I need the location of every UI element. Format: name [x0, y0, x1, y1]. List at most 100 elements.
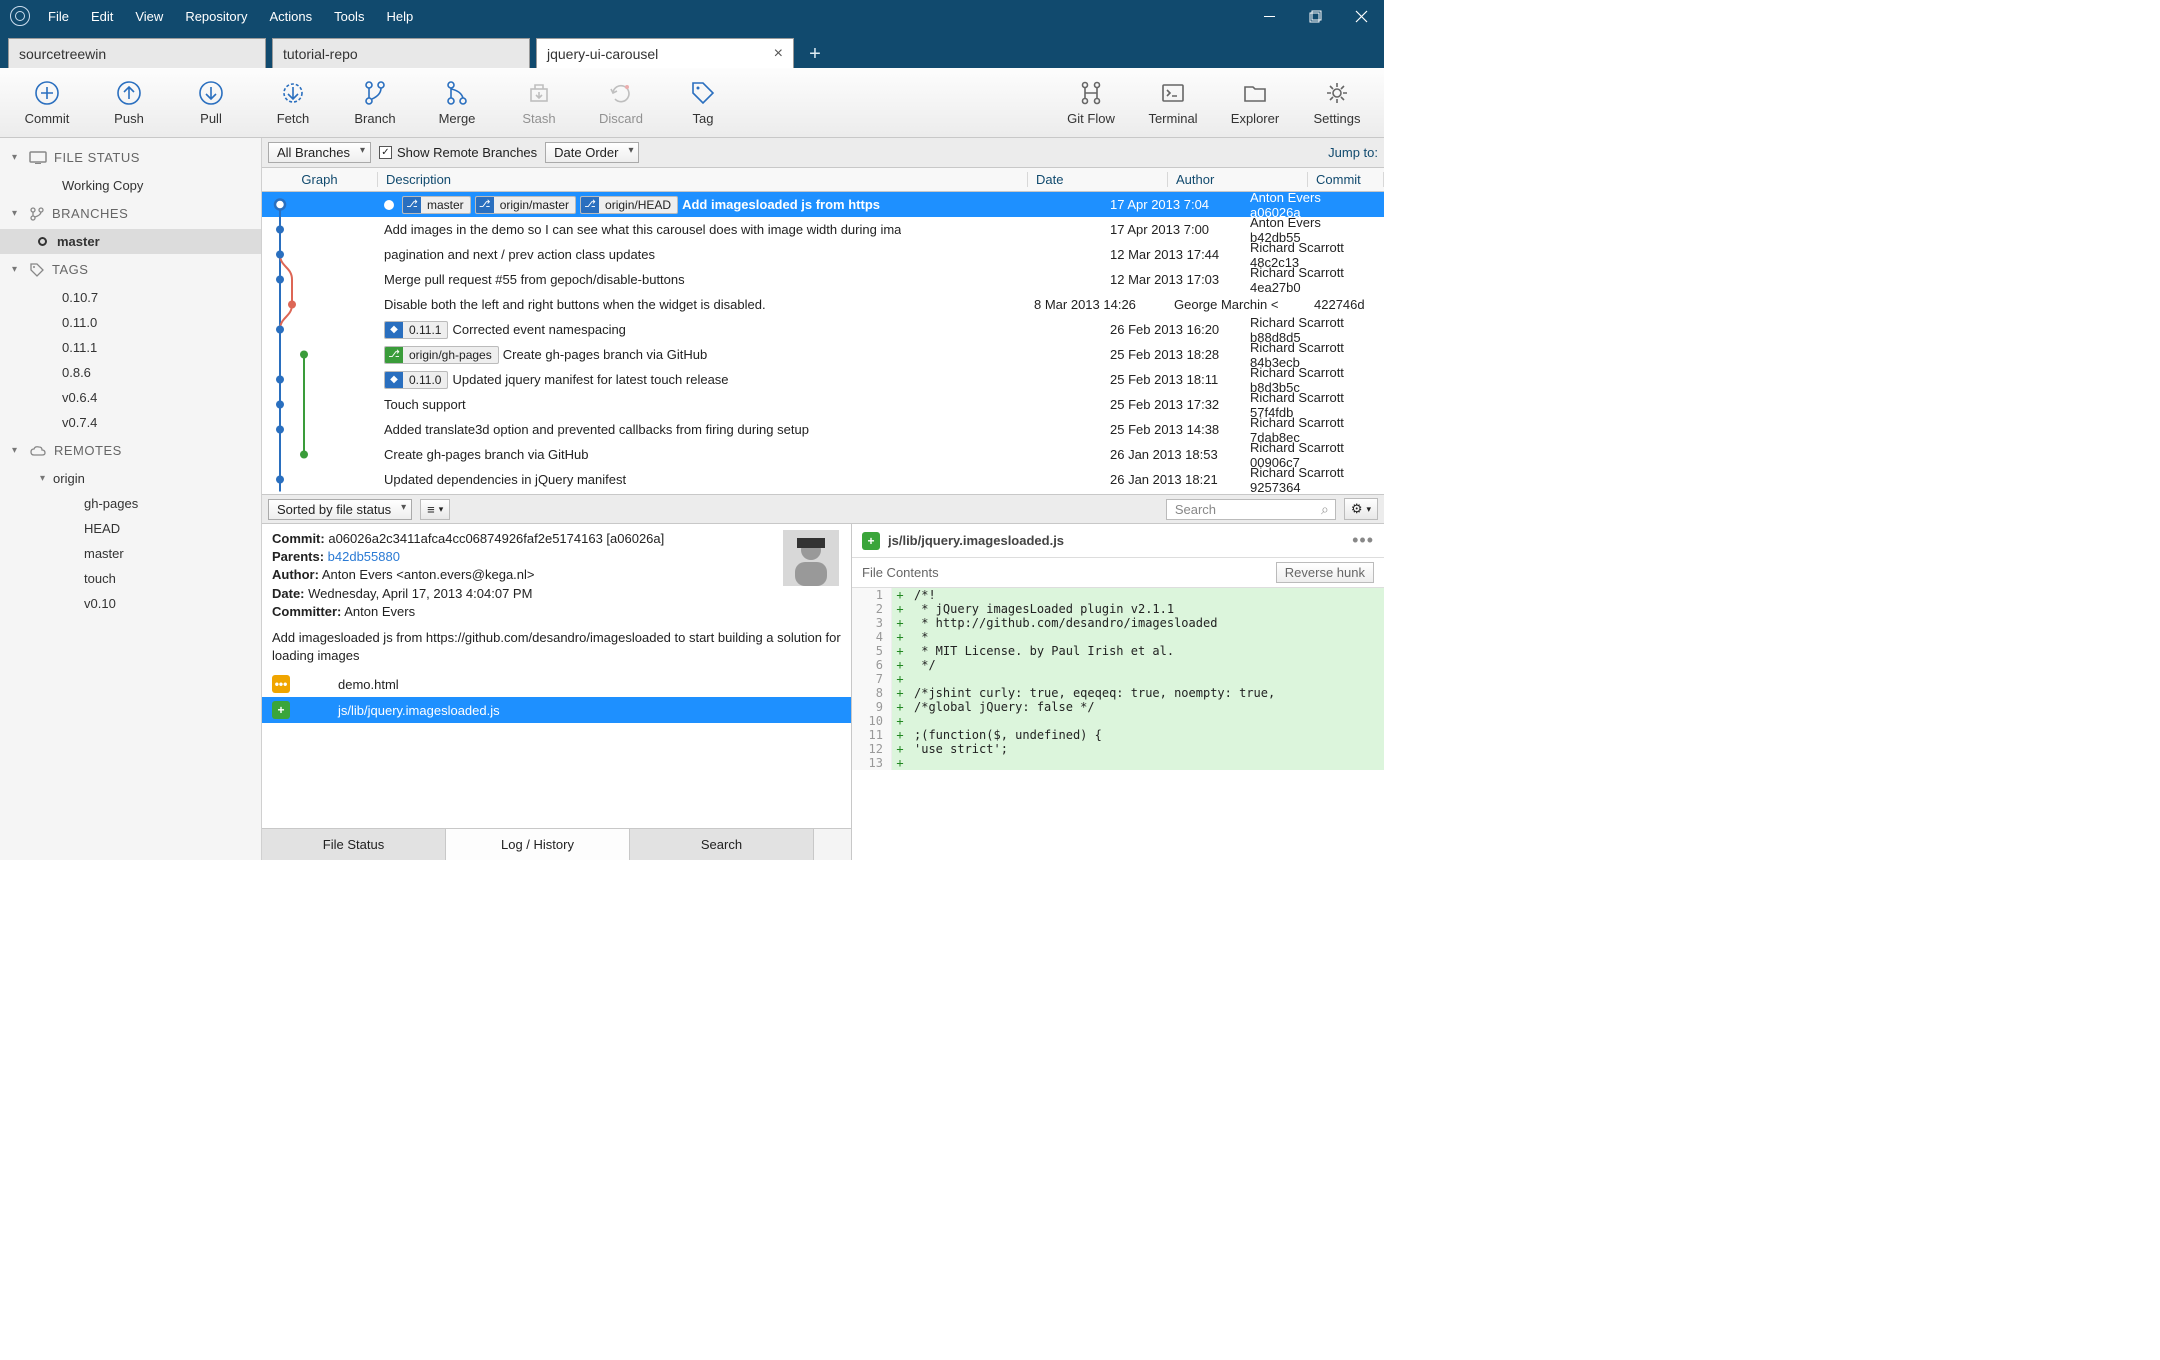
repo-tab[interactable]: tutorial-repo — [272, 38, 530, 68]
sidebar-remote-branch[interactable]: master — [0, 541, 261, 566]
ref-label[interactable]: ⎇origin/HEAD — [580, 196, 678, 214]
file-menu-button[interactable]: ••• — [1352, 530, 1374, 551]
push-icon — [115, 79, 143, 107]
commit-row[interactable]: pagination and next / prev action class … — [262, 242, 1384, 267]
new-tab-button[interactable]: + — [800, 40, 830, 68]
commit-row[interactable]: ⎇origin/gh-pages Create gh-pages branch … — [262, 342, 1384, 367]
ref-label[interactable]: ⎇origin/master — [475, 196, 576, 214]
sidebar-tag-item[interactable]: 0.11.1 — [0, 335, 261, 360]
menu-view[interactable]: View — [125, 5, 173, 28]
changed-file-row[interactable]: •••demo.html — [262, 671, 851, 697]
gitflow-icon — [1077, 79, 1105, 107]
repo-tab[interactable]: sourcetreewin — [8, 38, 266, 68]
sidebar-tag-item[interactable]: 0.11.0 — [0, 310, 261, 335]
commit-row[interactable]: Merge pull request #55 from gepoch/disab… — [262, 267, 1384, 292]
sidebar-remote-branch[interactable]: HEAD — [0, 516, 261, 541]
order-combo[interactable]: Date Order — [545, 142, 639, 163]
menu-file[interactable]: File — [38, 5, 79, 28]
sidebar-section-branches[interactable]: ▾BRANCHES — [0, 198, 261, 229]
sidebar-item-branch-master[interactable]: master — [0, 229, 261, 254]
commit-row[interactable]: Touch support25 Feb 2013 17:32Richard Sc… — [262, 392, 1384, 417]
merge-button[interactable]: Merge — [416, 71, 498, 135]
menu-actions[interactable]: Actions — [259, 5, 322, 28]
close-button[interactable] — [1338, 0, 1384, 32]
terminal-button[interactable]: Terminal — [1132, 71, 1214, 135]
discard-button[interactable]: Discard — [580, 71, 662, 135]
settings-button[interactable]: Settings — [1296, 71, 1378, 135]
commit-row[interactable]: ◆0.11.1 Corrected event namespacing26 Fe… — [262, 317, 1384, 342]
explorer-button[interactable]: Explorer — [1214, 71, 1296, 135]
sidebar-item-working-copy[interactable]: Working Copy — [0, 173, 261, 198]
sidebar-remote-branch[interactable]: gh-pages — [0, 491, 261, 516]
commit-button[interactable]: Commit — [6, 71, 88, 135]
branch-filter-combo[interactable]: All Branches — [268, 142, 371, 163]
settings-icon — [1323, 79, 1351, 107]
ref-label[interactable]: ⎇origin/gh-pages — [384, 346, 499, 364]
menu-tools[interactable]: Tools — [324, 5, 374, 28]
show-remote-checkbox[interactable]: ✓Show Remote Branches — [379, 145, 537, 160]
col-date[interactable]: Date — [1028, 172, 1168, 187]
bottom-tabs: File Status Log / History Search — [262, 828, 851, 860]
repo-tab[interactable]: jquery-ui-carousel× — [536, 38, 794, 68]
parent-commit-link[interactable]: b42db55880 — [328, 549, 400, 564]
ref-label[interactable]: ◆0.11.0 — [384, 371, 448, 389]
menu-help[interactable]: Help — [376, 5, 423, 28]
diff-line: 2+ * jQuery imagesLoaded plugin v2.1.1 — [852, 602, 1384, 616]
close-tab-icon[interactable]: × — [774, 45, 783, 63]
sidebar-tag-item[interactable]: 0.10.7 — [0, 285, 261, 310]
commit-list[interactable]: ⎇master ⎇origin/master ⎇origin/HEAD Add … — [262, 192, 1384, 494]
sidebar-remote-branch[interactable]: touch — [0, 566, 261, 591]
sidebar-section-remotes[interactable]: ▾REMOTES — [0, 435, 261, 466]
fetch-button[interactable]: Fetch — [252, 71, 334, 135]
tab-log-history[interactable]: Log / History — [446, 829, 630, 860]
author-avatar — [783, 530, 839, 586]
commit-row[interactable]: ◆0.11.0 Updated jquery manifest for late… — [262, 367, 1384, 392]
pull-button[interactable]: Pull — [170, 71, 252, 135]
menu-bar: FileEditViewRepositoryActionsToolsHelp — [38, 5, 423, 28]
menu-repository[interactable]: Repository — [175, 5, 257, 28]
detail-toolbar: Sorted by file status ≡▾ Search ⚙▾ — [262, 494, 1384, 524]
changed-files-list[interactable]: •••demo.html+js/lib/jquery.imagesloaded.… — [262, 671, 851, 828]
sidebar-tag-item[interactable]: v0.6.4 — [0, 385, 261, 410]
ref-label[interactable]: ◆0.11.1 — [384, 321, 448, 339]
tab-search[interactable]: Search — [630, 829, 814, 860]
search-input[interactable]: Search — [1166, 499, 1336, 520]
gitflow-button[interactable]: Git Flow — [1050, 71, 1132, 135]
maximize-button[interactable] — [1292, 0, 1338, 32]
col-graph[interactable]: Graph — [262, 172, 378, 187]
changed-file-row[interactable]: +js/lib/jquery.imagesloaded.js — [262, 697, 851, 723]
sidebar-section-filestatus[interactable]: ▾FILE STATUS — [0, 142, 261, 173]
sidebar-tag-item[interactable]: v0.7.4 — [0, 410, 261, 435]
sidebar-tag-item[interactable]: 0.8.6 — [0, 360, 261, 385]
commit-row[interactable]: ⎇master ⎇origin/master ⎇origin/HEAD Add … — [262, 192, 1384, 217]
col-commit[interactable]: Commit — [1308, 172, 1384, 187]
tab-file-status[interactable]: File Status — [262, 829, 446, 860]
diff-viewer[interactable]: 1+/*!2+ * jQuery imagesLoaded plugin v2.… — [852, 588, 1384, 860]
col-description[interactable]: Description — [378, 172, 1028, 187]
minimize-button[interactable] — [1246, 0, 1292, 32]
commit-row[interactable]: Disable both the left and right buttons … — [262, 292, 1384, 317]
file-sort-combo[interactable]: Sorted by file status — [268, 499, 412, 520]
stash-icon — [525, 79, 553, 107]
commit-row[interactable]: Updated dependencies in jQuery manifest2… — [262, 467, 1384, 492]
push-button[interactable]: Push — [88, 71, 170, 135]
sidebar-remote-origin[interactable]: ▾origin — [0, 466, 261, 491]
jump-to-label: Jump to: — [1328, 145, 1378, 160]
sidebar-remote-branch[interactable]: v0.10 — [0, 591, 261, 616]
file-contents-label: File Contents — [862, 565, 939, 580]
sidebar-section-tags[interactable]: ▾TAGS — [0, 254, 261, 285]
commit-row[interactable]: Added translate3d option and prevented c… — [262, 417, 1384, 442]
commit-row[interactable]: Create gh-pages branch via GitHub26 Jan … — [262, 442, 1384, 467]
tag-button[interactable]: Tag — [662, 71, 744, 135]
commit-row[interactable]: Add images in the demo so I can see what… — [262, 217, 1384, 242]
view-mode-button[interactable]: ≡▾ — [420, 499, 450, 520]
stash-button[interactable]: Stash — [498, 71, 580, 135]
branch-button[interactable]: Branch — [334, 71, 416, 135]
reverse-hunk-button[interactable]: Reverse hunk — [1276, 562, 1374, 583]
discard-icon — [607, 79, 635, 107]
col-author[interactable]: Author — [1168, 172, 1308, 187]
menu-edit[interactable]: Edit — [81, 5, 123, 28]
branch-icon — [361, 79, 389, 107]
ref-label[interactable]: ⎇master — [402, 196, 471, 214]
options-gear-button[interactable]: ⚙▾ — [1344, 498, 1378, 520]
